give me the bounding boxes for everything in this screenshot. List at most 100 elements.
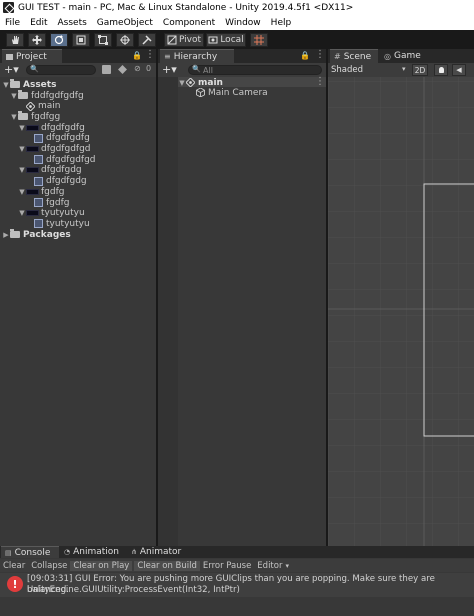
tab-animator[interactable]: ⋔ Animator	[127, 546, 187, 558]
lock-icon[interactable]: 🔒	[132, 51, 142, 60]
project-row[interactable]: ▼ fddfgdfgdfg	[10, 90, 84, 101]
hierarchy-gutter	[158, 77, 178, 546]
project-row[interactable]: ▼ fgdfg	[18, 186, 64, 197]
project-row[interactable]: ▼ dfgdfgdfg	[18, 122, 85, 133]
project-row[interactable]: fgdfg	[26, 197, 69, 208]
tree-assets[interactable]: ▼ Assets	[2, 79, 56, 90]
project-row[interactable]: dfgdfgdg	[26, 176, 87, 187]
unity-scene-icon	[26, 101, 35, 111]
hidden-eye-icon[interactable]: ⊘	[134, 64, 141, 73]
console-log-entry[interactable]: ! [09:03:31] GUI Error: You are pushing …	[0, 573, 474, 597]
menu-window[interactable]: Window	[220, 18, 266, 28]
scale-tool-button[interactable]	[72, 33, 90, 47]
hierarchy-item-main-camera[interactable]: Main Camera	[196, 87, 268, 98]
tab-scene[interactable]: # Scene	[330, 49, 378, 63]
project-row-label: main	[38, 101, 61, 112]
project-row[interactable]: tyutyutyu	[26, 218, 90, 229]
hierarchy-tab-strip: ≡ Hierarchy 🔒 ⋮	[158, 49, 326, 63]
error-icon: !	[7, 576, 23, 592]
project-row[interactable]: main	[18, 101, 61, 112]
project-row[interactable]: ▼ fgdfgg	[10, 111, 60, 122]
expand-arrow-icon[interactable]: ▼	[18, 188, 26, 196]
menu-file[interactable]: File	[0, 18, 25, 28]
custom-tool-button[interactable]	[138, 33, 156, 47]
tab-hierarchy-label: Hierarchy	[173, 51, 218, 62]
expand-arrow-icon[interactable]: ▼	[18, 209, 26, 217]
project-row[interactable]: ▼ dfgdfgdg	[18, 165, 81, 176]
clear-on-play-toggle[interactable]: Clear on Play	[70, 560, 133, 571]
clear-on-build-toggle[interactable]: Clear on Build	[134, 560, 200, 571]
pivot-toggle[interactable]: Pivot	[164, 33, 204, 47]
grid-icon	[254, 35, 264, 45]
clear-button[interactable]: Clear	[0, 561, 28, 571]
folder-icon	[6, 53, 13, 60]
project-row-label: tyutyutyu	[41, 208, 85, 219]
expand-arrow-icon[interactable]: ▼	[10, 92, 18, 100]
tab-project[interactable]: Project	[2, 49, 62, 63]
project-search-input[interactable]: 🔍	[26, 65, 96, 75]
speaker-icon: ◀	[456, 66, 462, 74]
tab-animation[interactable]: ◔ Animation	[60, 546, 126, 558]
prefab-icon	[34, 219, 43, 229]
more-options-icon[interactable]: ⋮	[315, 49, 325, 60]
rect-tool-button[interactable]	[94, 33, 112, 47]
collapse-arrow-icon[interactable]: ▶	[2, 231, 10, 239]
filter-type-icon[interactable]	[102, 65, 111, 74]
rotate-tool-button[interactable]	[50, 33, 68, 47]
create-plus-button[interactable]: +▾	[162, 63, 177, 76]
console-icon: ▤	[5, 548, 12, 557]
tab-game[interactable]: ◎ Game	[380, 49, 426, 63]
local-toggle[interactable]: Local	[206, 33, 246, 47]
filter-label-icon[interactable]	[118, 65, 127, 74]
expand-arrow-icon[interactable]: ▼	[18, 166, 26, 174]
lighting-toggle[interactable]	[434, 64, 448, 76]
tab-hierarchy[interactable]: ≡ Hierarchy	[160, 49, 234, 63]
expand-arrow-icon[interactable]: ▼	[18, 124, 26, 132]
menu-gameobject[interactable]: GameObject	[92, 18, 158, 28]
lock-icon[interactable]: 🔒	[300, 51, 310, 60]
search-icon: 🔍	[30, 65, 39, 73]
project-row[interactable]: dfgdfgdfg	[26, 133, 90, 144]
error-pause-toggle[interactable]: Error Pause	[200, 561, 254, 571]
menu-edit[interactable]: Edit	[25, 18, 52, 28]
menu-component[interactable]: Component	[158, 18, 220, 28]
move-tool-button[interactable]	[28, 33, 46, 47]
tree-packages[interactable]: ▶ Packages	[2, 229, 71, 240]
menu-help[interactable]: Help	[266, 18, 297, 28]
hand-tool-button[interactable]	[6, 33, 24, 47]
project-row[interactable]: ▼ tyutyutyu	[18, 208, 85, 219]
local-icon	[208, 36, 218, 44]
menu-assets[interactable]: Assets	[53, 18, 92, 28]
scene-viewport[interactable]	[328, 77, 474, 546]
tab-console[interactable]: ▤ Console	[1, 546, 59, 558]
tools-icon	[142, 35, 152, 45]
sprite-thumbnail-icon	[26, 210, 39, 217]
project-row[interactable]: dfgdfgdfgd	[26, 154, 96, 165]
expand-arrow-icon[interactable]: ▼	[2, 81, 10, 89]
mode-2d-toggle[interactable]: 2D	[412, 64, 428, 76]
lightbulb-icon	[438, 67, 444, 73]
more-options-icon[interactable]: ⋮	[145, 49, 155, 60]
chevron-down-icon: ▾	[402, 65, 406, 73]
move-icon	[32, 35, 42, 45]
hierarchy-toolbar: +▾ 🔍 All	[158, 63, 326, 77]
hierarchy-search-input[interactable]: 🔍 All	[188, 65, 322, 75]
tab-console-label: Console	[14, 547, 51, 558]
create-plus-button[interactable]: +▾	[4, 63, 19, 76]
hidden-count: 0	[146, 64, 152, 73]
sprite-thumbnail-icon	[26, 188, 39, 195]
expand-arrow-icon[interactable]: ▼	[10, 113, 18, 121]
grid-snap-button[interactable]	[250, 33, 268, 47]
expand-arrow-icon[interactable]: ▼	[18, 145, 26, 153]
rect-tool-icon	[98, 35, 108, 45]
tab-scene-label: Scene	[343, 51, 372, 62]
editor-dropdown[interactable]: Editor	[254, 561, 285, 571]
transform-tool-button[interactable]	[116, 33, 134, 47]
shading-mode-dropdown[interactable]: Shaded	[331, 65, 363, 75]
audio-toggle[interactable]: ◀	[452, 64, 466, 76]
sprite-thumbnail-icon	[26, 167, 39, 174]
scene-more-icon[interactable]: ⋮	[315, 76, 325, 87]
project-row[interactable]: ▼ dfgdfgdfgd	[18, 144, 90, 155]
expand-arrow-icon[interactable]: ▼	[178, 79, 186, 87]
collapse-button[interactable]: Collapse	[28, 561, 70, 571]
